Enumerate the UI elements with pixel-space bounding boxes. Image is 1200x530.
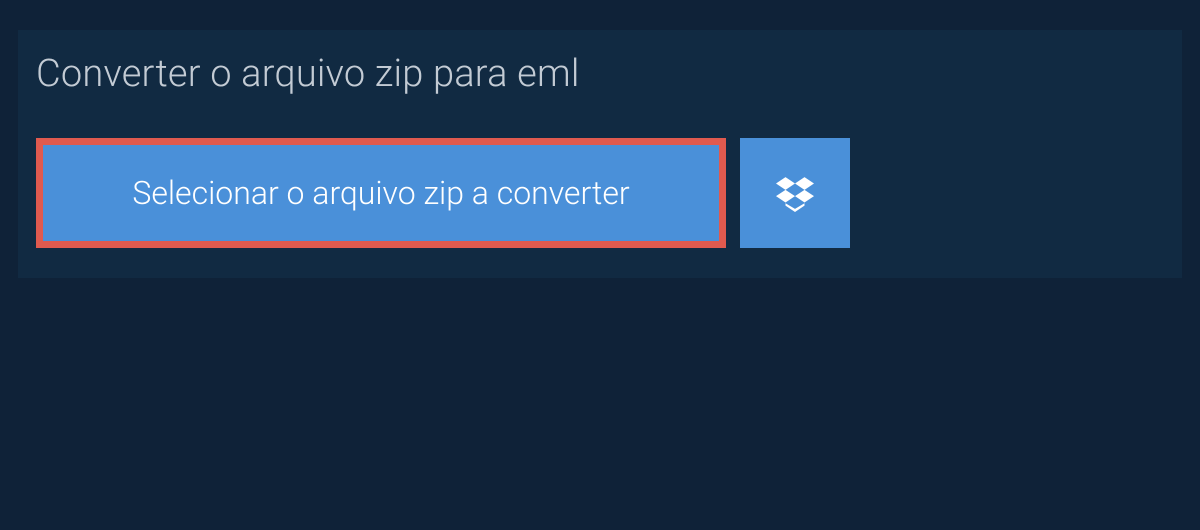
converter-panel: Converter o arquivo zip para eml Selecio… xyxy=(18,30,1182,278)
select-file-button[interactable]: Selecionar o arquivo zip a converter xyxy=(36,138,726,248)
page-title: Converter o arquivo zip para eml xyxy=(18,30,608,114)
heading-wrapper: Converter o arquivo zip para eml xyxy=(18,30,608,114)
dropbox-icon xyxy=(776,174,814,212)
select-file-button-label: Selecionar o arquivo zip a converter xyxy=(132,174,629,212)
button-row: Selecionar o arquivo zip a converter xyxy=(18,114,1182,278)
dropbox-button[interactable] xyxy=(740,138,850,248)
